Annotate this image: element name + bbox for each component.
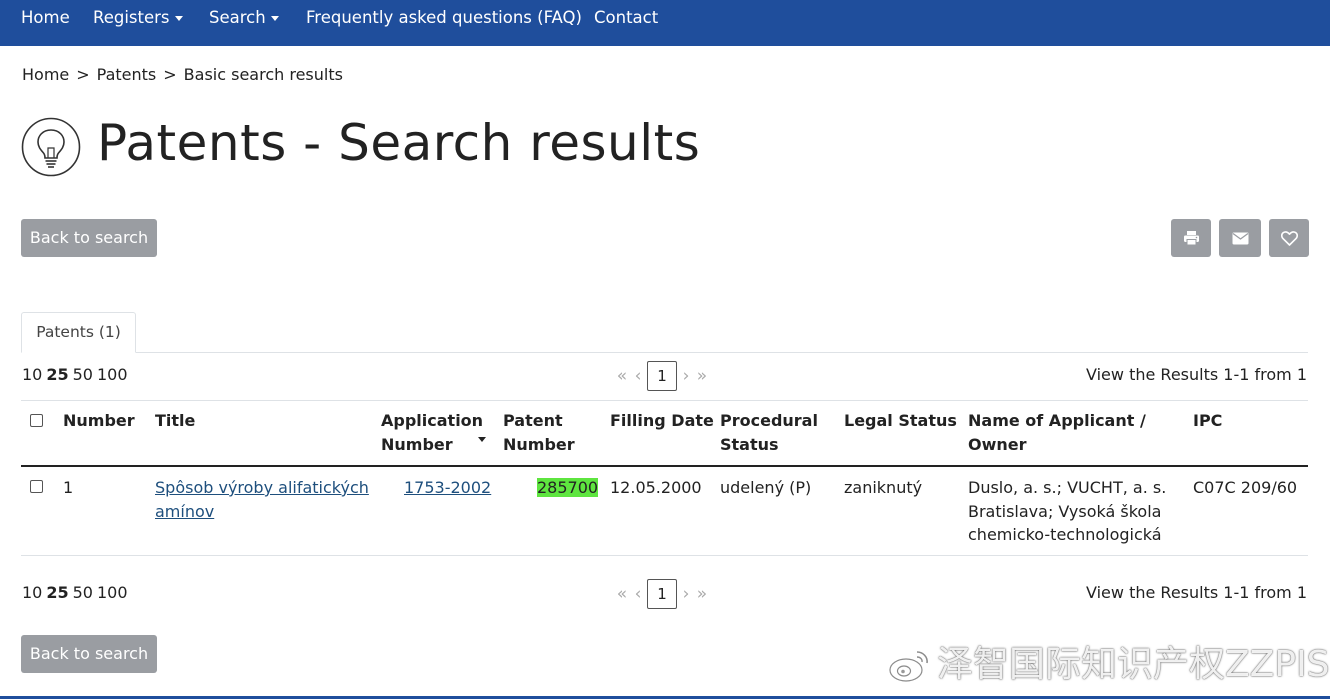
print-button[interactable] xyxy=(1171,219,1211,257)
envelope-icon xyxy=(1232,232,1248,244)
cell-legal-status: zaniknutý xyxy=(844,478,923,497)
title-line1: Spôsob výroby alifatických xyxy=(155,478,369,497)
pagination-bottom: « ‹ 1 › » xyxy=(612,579,712,609)
header-patent-number-line2: Number xyxy=(503,435,575,454)
print-icon xyxy=(1183,231,1199,246)
sort-desc-icon[interactable] xyxy=(478,437,486,442)
first-page-icon[interactable]: « xyxy=(612,361,632,391)
cell-filling-date: 12.05.2000 xyxy=(610,478,702,497)
nav-contact-link[interactable]: Contact xyxy=(594,8,658,28)
nav-search-dropdown[interactable]: Search xyxy=(209,8,279,28)
breadcrumb: Home > Patents > Basic search results xyxy=(22,65,343,85)
row-checkbox[interactable] xyxy=(30,480,43,493)
email-button[interactable] xyxy=(1219,219,1261,257)
header-patent-number-line1: Patent xyxy=(503,411,563,430)
top-navbar: Home Registers Search Frequently asked q… xyxy=(0,0,1330,46)
per-page-10[interactable]: 10 xyxy=(22,365,42,384)
nav-search-label: Search xyxy=(209,8,266,27)
next-page-icon[interactable]: › xyxy=(680,361,692,391)
back-to-search-button-bottom[interactable]: Back to search xyxy=(21,635,157,673)
heart-icon xyxy=(1280,230,1298,246)
applicant-line2: Bratislava; Vysoká škola xyxy=(968,501,1162,521)
breadcrumb-separator: > xyxy=(163,65,177,84)
per-page-10[interactable]: 10 xyxy=(22,583,42,602)
page-number[interactable]: 1 xyxy=(647,361,677,391)
favorite-button[interactable] xyxy=(1269,219,1309,257)
weibo-logo-icon xyxy=(889,651,928,682)
breadcrumb-home-link[interactable]: Home xyxy=(22,65,69,84)
nav-home-link[interactable]: Home xyxy=(21,8,70,28)
last-page-icon[interactable]: » xyxy=(692,361,712,391)
caret-down-icon xyxy=(174,16,183,21)
applicant-line3: chemicko-technologická xyxy=(968,525,1162,544)
breadcrumb-patents-link[interactable]: Patents xyxy=(97,65,157,84)
per-page-25[interactable]: 25 xyxy=(46,583,68,602)
page-title: Patents - Search results xyxy=(97,114,701,172)
page-number[interactable]: 1 xyxy=(647,579,677,609)
header-applicant-line2: Owner xyxy=(968,435,1027,454)
results-info: View the Results 1-1 from 1 xyxy=(1086,365,1307,384)
per-page-100[interactable]: 100 xyxy=(97,583,128,602)
title-link[interactable]: Spôsob výroby alifatických amínov xyxy=(155,478,369,521)
cell-application-number: 1753-2002 xyxy=(404,476,491,500)
header-procedural-status-line1: Procedural xyxy=(720,411,818,430)
per-page-selector-bottom: 10 25 50 100 xyxy=(22,583,132,603)
header-application-number-line1: Application xyxy=(381,411,484,430)
header-application-number[interactable]: Application Number xyxy=(381,409,483,457)
table-bottom-border xyxy=(21,555,1308,556)
header-filling-date[interactable]: Filling Date xyxy=(610,409,714,433)
cell-patent-number: 285700 xyxy=(537,476,599,500)
applicant-line1: Duslo, a. s.; VUCHT, a. s. xyxy=(968,478,1167,497)
breadcrumb-separator: > xyxy=(76,65,90,84)
lightbulb-icon xyxy=(21,117,81,177)
header-patent-number[interactable]: Patent Number xyxy=(503,409,575,457)
cell-ipc: C07C 209/60 xyxy=(1193,478,1298,497)
table-header-border xyxy=(21,465,1308,467)
per-page-50[interactable]: 50 xyxy=(73,583,93,602)
per-page-25[interactable]: 25 xyxy=(46,365,68,384)
table-top-border xyxy=(21,400,1308,401)
application-number-link[interactable]: 1753-2002 xyxy=(404,478,491,497)
header-title[interactable]: Title xyxy=(155,409,195,433)
next-page-icon[interactable]: › xyxy=(680,579,692,609)
tab-underline xyxy=(21,352,1308,353)
per-page-100[interactable]: 100 xyxy=(97,365,128,384)
header-number[interactable]: Number xyxy=(63,409,135,433)
first-page-icon[interactable]: « xyxy=(612,579,632,609)
title-line2: amínov xyxy=(155,501,215,521)
cell-number: 1 xyxy=(63,478,74,497)
header-applicant-line1: Name of Applicant / xyxy=(968,411,1146,430)
select-all-checkbox[interactable] xyxy=(30,414,43,427)
breadcrumb-current: Basic search results xyxy=(183,65,343,84)
caret-down-icon xyxy=(270,16,279,21)
per-page-50[interactable]: 50 xyxy=(73,365,93,384)
prev-page-icon[interactable]: ‹ xyxy=(632,579,644,609)
last-page-icon[interactable]: » xyxy=(692,579,712,609)
per-page-selector: 10 25 50 100 xyxy=(22,365,132,385)
header-applicant[interactable]: Name of Applicant / Owner xyxy=(968,409,1146,457)
header-ipc[interactable]: IPC xyxy=(1193,409,1222,433)
header-legal-status[interactable]: Legal Status xyxy=(844,409,957,433)
nav-faq-link[interactable]: Frequently asked questions (FAQ) xyxy=(306,8,582,28)
cell-title: Spôsob výroby alifatických amínov xyxy=(155,476,369,523)
watermark-text: 泽智国际知识产权ZZPIS xyxy=(937,644,1330,685)
watermark: 泽智国际知识产权ZZPIS xyxy=(887,642,1330,688)
pagination: « ‹ 1 › » xyxy=(612,361,712,391)
results-info-bottom: View the Results 1-1 from 1 xyxy=(1086,583,1307,602)
cell-applicant: Duslo, a. s.; VUCHT, a. s. Bratislava; Vy… xyxy=(968,476,1166,547)
prev-page-icon[interactable]: ‹ xyxy=(632,361,644,391)
cell-procedural-status: udelený (P) xyxy=(720,478,812,497)
nav-registers-label: Registers xyxy=(93,8,170,27)
nav-registers-dropdown[interactable]: Registers xyxy=(93,8,183,28)
header-procedural-status-line2: Status xyxy=(720,435,779,454)
header-application-number-line2: Number xyxy=(381,435,453,454)
tab-patents[interactable]: Patents (1) xyxy=(21,312,136,353)
header-procedural-status[interactable]: Procedural Status xyxy=(720,409,818,457)
patent-number-highlight: 285700 xyxy=(537,478,599,497)
back-to-search-button[interactable]: Back to search xyxy=(21,219,157,257)
